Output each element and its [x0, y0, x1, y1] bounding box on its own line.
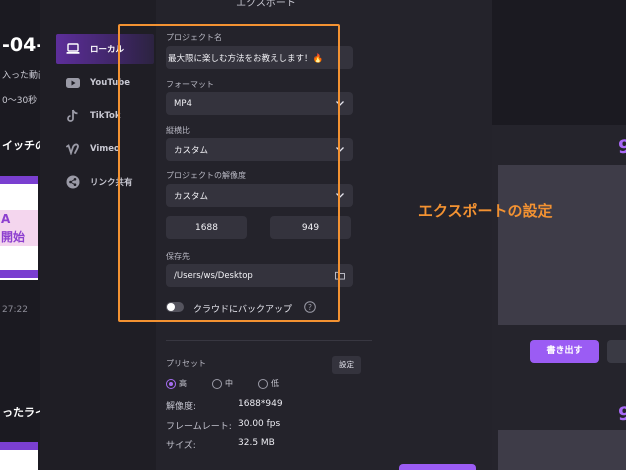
radio-indicator	[258, 378, 268, 389]
preset-medium-radio[interactable]: 中	[212, 378, 233, 389]
resolution-width-input[interactable]: 1688	[166, 216, 247, 239]
background-date: -04-	[2, 34, 40, 56]
background-time: 27:22	[2, 305, 28, 315]
svg-text:?: ?	[308, 303, 312, 312]
sidebar-item-label: Vimeo	[90, 144, 120, 154]
background-number: 9	[618, 136, 626, 158]
export-target-sidebar: ローカル YouTube TikTok Vimeo リンク共有	[40, 0, 156, 470]
preset-high-radio[interactable]: 高	[166, 378, 187, 389]
project-name-input[interactable]: 最大限に楽しむ方法をお教えします！🔥	[166, 46, 353, 69]
preset-label: プリセット	[166, 359, 206, 368]
vimeo-icon	[66, 142, 80, 156]
aspect-ratio-select[interactable]: カスタム	[166, 138, 353, 161]
background-thumbnail[interactable]	[0, 442, 38, 470]
background-text: 入った動画	[2, 71, 40, 81]
background-thumbnail[interactable]: A 開始	[0, 176, 38, 280]
background-video-preview	[498, 430, 626, 470]
frame-rate-info-value: 30.00 fps	[238, 419, 281, 429]
frame-rate-info-key: フレームレート:	[166, 422, 232, 432]
radio-indicator	[212, 378, 222, 389]
export-dialog: エクスポート ローカル YouTube TikTok Vimeo リンク共有 プ…	[40, 0, 492, 470]
background-export-button[interactable]: 書き出す	[530, 340, 599, 363]
youtube-icon	[66, 76, 80, 90]
sidebar-item-youtube[interactable]: YouTube	[56, 68, 154, 98]
background-left-panel: -04- 入った動画 0〜30秒 イッチの A 開始 27:22 ったライ	[0, 0, 40, 470]
export-button[interactable]	[399, 464, 476, 470]
sidebar-item-local[interactable]: ローカル	[56, 34, 154, 64]
laptop-icon	[66, 42, 80, 56]
sidebar-item-label: ローカル	[90, 45, 125, 55]
chevron-down-icon	[335, 145, 345, 155]
preset-settings-button[interactable]: 設定	[332, 356, 361, 374]
export-settings-panel: プロジェクト名 最大限に楽しむ方法をお教えします！🔥 フォーマット MP4 縦横…	[156, 0, 492, 470]
toggle-knob	[167, 303, 175, 311]
chevron-down-icon	[335, 191, 345, 201]
cloud-backup-label: クラウドにバックアップ	[193, 305, 293, 315]
background-heading: ったライ	[2, 406, 40, 419]
save-location-input[interactable]: /Users/ws/Desktop	[166, 264, 353, 287]
resolution-label: プロジェクトの解像度	[166, 171, 246, 180]
cloud-backup-toggle[interactable]	[166, 302, 184, 312]
chevron-down-icon	[335, 99, 345, 109]
background-right-panel: 9 書き出す 9	[492, 0, 626, 470]
link-share-icon	[66, 175, 80, 189]
resolution-height-input[interactable]: 949	[270, 216, 351, 239]
sidebar-item-tiktok[interactable]: TikTok	[56, 101, 154, 131]
format-select[interactable]: MP4	[166, 92, 353, 115]
sidebar-item-link-share[interactable]: リンク共有	[56, 167, 154, 197]
section-divider	[166, 340, 372, 341]
sidebar-item-label: TikTok	[90, 111, 121, 121]
preset-low-radio[interactable]: 低	[258, 378, 279, 389]
format-label: フォーマット	[166, 80, 214, 89]
background-heading: イッチの	[2, 139, 40, 152]
resolution-info-value: 1688*949	[238, 399, 283, 409]
project-name-label: プロジェクト名	[166, 33, 222, 42]
help-icon[interactable]: ?	[304, 301, 316, 313]
save-location-label: 保存先	[166, 252, 190, 261]
aspect-ratio-label: 縦横比	[166, 126, 190, 135]
annotation-label: エクスポートの設定	[418, 202, 553, 220]
background-number: 9	[618, 403, 626, 425]
sidebar-item-label: リンク共有	[90, 178, 133, 188]
sidebar-item-vimeo[interactable]: Vimeo	[56, 134, 154, 164]
background-text: 0〜30秒	[2, 96, 38, 106]
resolution-select[interactable]: カスタム	[166, 184, 353, 207]
sidebar-item-label: YouTube	[90, 78, 131, 88]
folder-icon[interactable]	[335, 271, 345, 281]
size-info-key: サイズ:	[166, 441, 196, 451]
resolution-info-key: 解像度:	[166, 402, 197, 412]
tiktok-icon	[66, 109, 80, 123]
background-secondary-button[interactable]	[607, 340, 626, 363]
radio-indicator	[166, 378, 176, 389]
background-video-preview	[498, 165, 626, 325]
size-info-value: 32.5 MB	[238, 438, 275, 448]
